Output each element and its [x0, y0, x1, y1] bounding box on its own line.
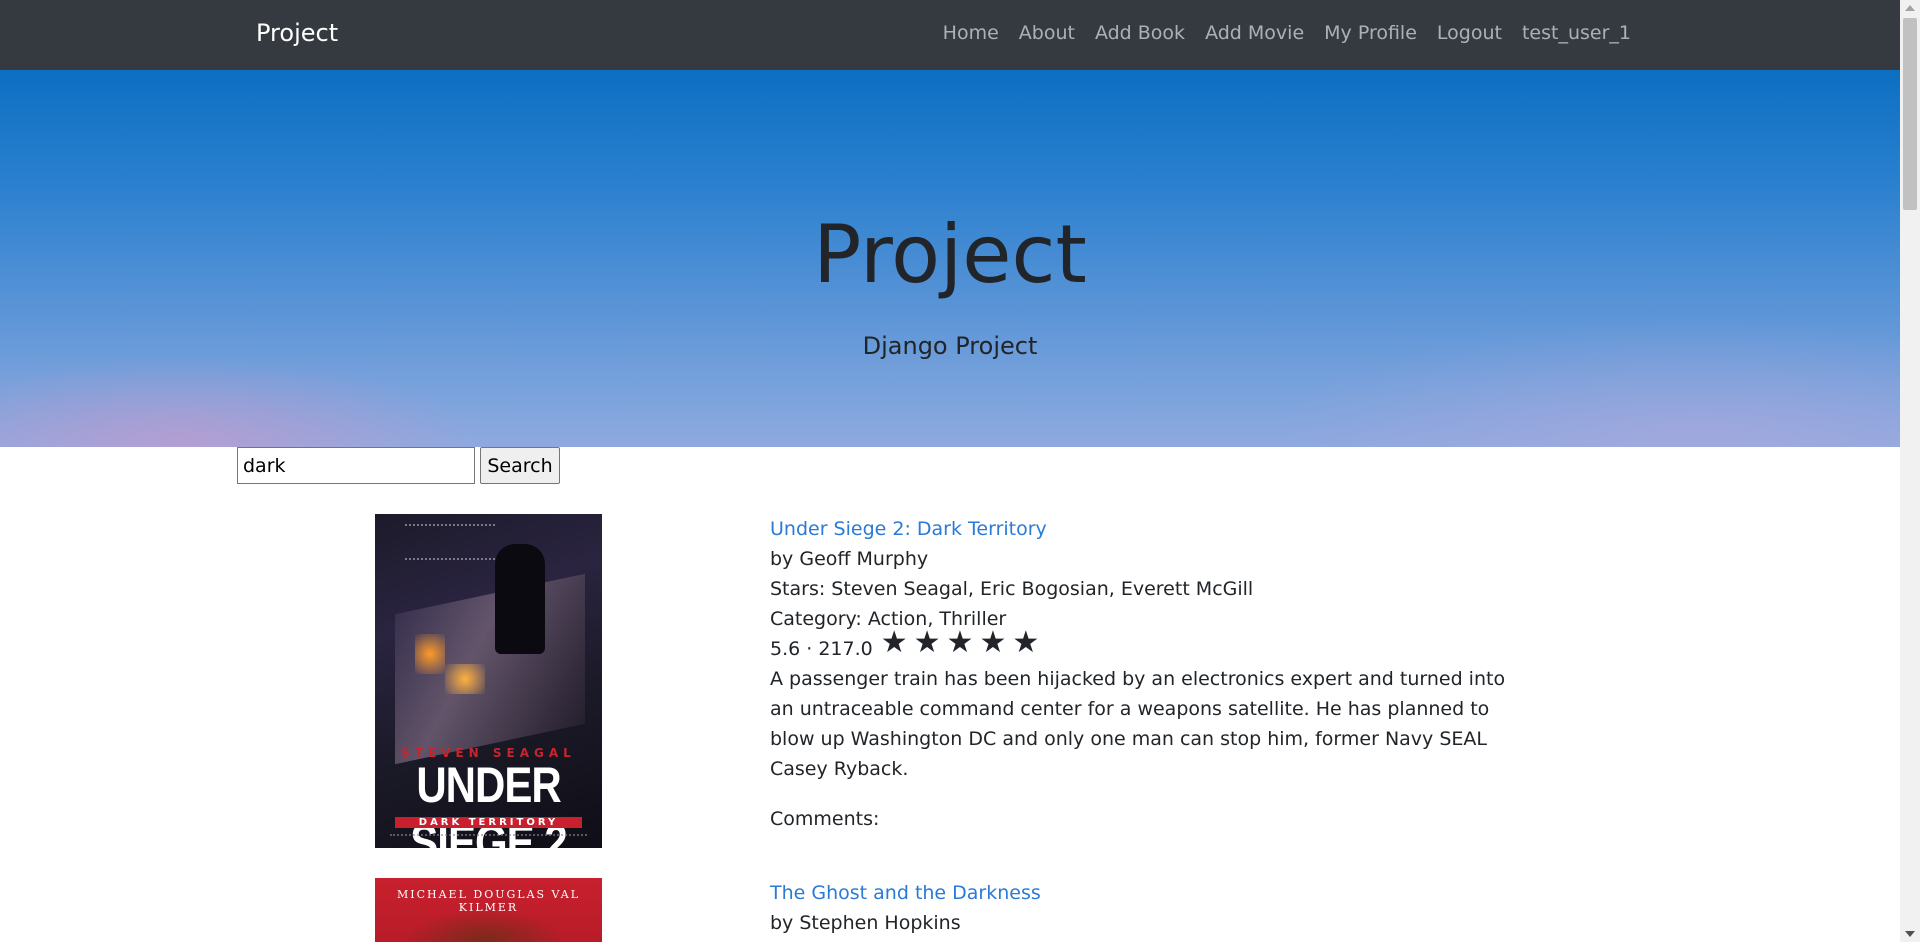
star-icon: ★: [913, 625, 941, 660]
movie-poster: STEVEN SEAGAL UNDER SIEGE 2 DARK TERRITO…: [375, 514, 602, 848]
star-icon: ★: [880, 625, 908, 660]
brand-link[interactable]: Project: [256, 19, 338, 47]
poster-figure-art: [495, 544, 545, 654]
movie-title-link[interactable]: The Ghost and the Darkness: [770, 882, 1041, 904]
navbar: Project Home About Add Book Add Movie My…: [0, 0, 1900, 70]
movie-director: by Stephen Hopkins: [770, 912, 961, 934]
movie-stars: Stars: Steven Seagal, Eric Bogosian, Eve…: [770, 578, 1254, 600]
star-icon: ★: [946, 625, 974, 660]
hero-banner: Project Django Project: [0, 70, 1900, 447]
nav-about[interactable]: About: [1019, 22, 1075, 44]
nav-my-profile[interactable]: My Profile: [1324, 22, 1417, 44]
nav-add-book[interactable]: Add Book: [1095, 22, 1185, 44]
poster-art: [375, 910, 602, 942]
nav-logout[interactable]: Logout: [1437, 22, 1502, 44]
rating-text: 5.6 · 217.0: [770, 638, 873, 660]
hero-subtitle: Django Project: [862, 332, 1038, 360]
poster-credits: [390, 834, 587, 844]
nav-add-movie[interactable]: Add Movie: [1205, 22, 1304, 44]
search-button[interactable]: Search: [480, 447, 560, 484]
star-icon: ★: [1012, 625, 1040, 660]
movie-info: Under Siege 2: Dark Territory by Geoff M…: [770, 514, 1510, 834]
movie-poster: MICHAEL DOUGLAS VAL KILMER: [375, 878, 602, 942]
hero-title: Project: [813, 208, 1087, 301]
poster-fire-art: [415, 634, 445, 674]
star-icon: ★: [979, 625, 1007, 660]
nav-home[interactable]: Home: [943, 22, 999, 44]
nav-username[interactable]: test_user_1: [1522, 22, 1631, 44]
scroll-down-icon[interactable]: [1905, 931, 1915, 937]
movie-director: by Geoff Murphy: [770, 548, 929, 570]
poster-tagline: [405, 524, 495, 560]
rating-stars: ★ ★ ★ ★ ★: [881, 628, 1040, 658]
poster-subtitle: DARK TERRITORY: [395, 817, 582, 828]
vertical-scrollbar[interactable]: [1900, 0, 1920, 942]
movie-title-link[interactable]: Under Siege 2: Dark Territory: [770, 518, 1047, 540]
movie-rating: 5.6 · 217.0 ★ ★ ★ ★ ★: [770, 628, 1510, 664]
movie-description: A passenger train has been hijacked by a…: [770, 668, 1506, 780]
scrollbar-thumb[interactable]: [1903, 18, 1917, 210]
comments-label: Comments:: [770, 808, 880, 830]
movie-info: The Ghost and the Darkness by Stephen Ho…: [770, 878, 1510, 938]
search-input[interactable]: [237, 447, 475, 484]
scroll-up-icon[interactable]: [1905, 5, 1915, 11]
nav-links: Home About Add Book Add Movie My Profile…: [943, 22, 1631, 44]
poster-fire-art: [445, 664, 485, 694]
page: Project Home About Add Book Add Movie My…: [0, 0, 1900, 942]
